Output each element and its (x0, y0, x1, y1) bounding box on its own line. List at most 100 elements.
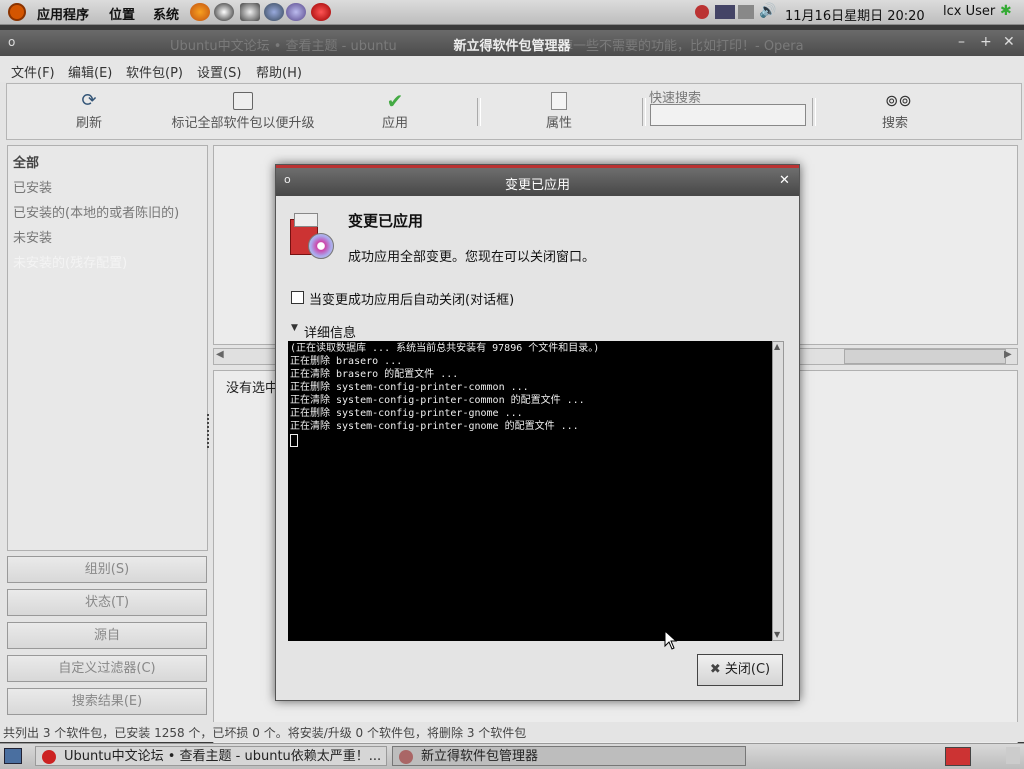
terminal-scrollbar[interactable]: ▲ ▼ (772, 341, 784, 641)
menu-settings[interactable]: 设置(S) (197, 62, 241, 81)
expander-arrow-icon[interactable]: ▼ (291, 323, 298, 333)
firefox-launcher-icon[interactable] (190, 3, 210, 21)
apply-button[interactable]: ✔ 应用 (375, 89, 415, 131)
sections-button[interactable]: 组别(S) (7, 556, 207, 583)
properties-button[interactable]: 属性 (539, 92, 579, 131)
filter-item-not-installed[interactable]: 未安装 (13, 227, 52, 246)
toolbar-separator (477, 98, 481, 126)
menubar: 文件(F) 编辑(E) 软件包(P) 设置(S) 帮助(H) (0, 56, 1024, 82)
auto-close-checkbox[interactable] (291, 291, 304, 304)
scroll-up-icon[interactable]: ▲ (774, 342, 780, 351)
scroll-thumb[interactable] (844, 349, 1006, 364)
network-icon[interactable] (715, 5, 735, 19)
utility-launcher-icon[interactable] (264, 3, 284, 21)
changes-applied-dialog: o 变更已应用 ✕ 变更已应用 成功应用全部变更。您现在可以关闭窗口。 当变更成… (275, 164, 800, 701)
mouse-pointer-icon (664, 630, 678, 650)
dialog-title: 变更已应用 (504, 178, 570, 193)
status-button[interactable]: 状态(T) (7, 589, 207, 616)
binoculars-icon: ⊚⊚ (885, 91, 912, 110)
terminal-line: 正在清除 system-config-printer-common 的配置文件 … (290, 395, 585, 406)
refresh-label: 刷新 (75, 116, 102, 131)
places-menu[interactable]: 位置 (109, 4, 135, 23)
dialog-close-icon[interactable]: ✕ (779, 173, 790, 188)
apply-label: 应用 (381, 116, 408, 131)
volume-icon[interactable]: 🔊 (759, 3, 776, 19)
menu-edit[interactable]: 编辑(E) (68, 62, 112, 81)
ubuntu-logo-icon[interactable] (8, 3, 26, 21)
terminal-line: 正在删除 system-config-printer-common ... (290, 382, 529, 393)
close-button-label: 关闭(C) (724, 662, 771, 677)
search-results-button[interactable]: 搜索结果(E) (7, 688, 207, 715)
opera-launcher-icon[interactable] (311, 3, 331, 21)
quick-search-input[interactable] (650, 104, 806, 126)
window-title: 新立得软件包管理器 (453, 39, 571, 54)
refresh-icon: ⟳ (81, 90, 97, 111)
system-menu[interactable]: 系统 (153, 4, 179, 23)
terminal-line: 正在删除 system-config-printer-gnome ... (290, 408, 523, 419)
qq-launcher-icon[interactable] (214, 3, 234, 21)
minimize-icon[interactable]: – (958, 34, 965, 50)
taskbar-item-label: Ubuntu中文论坛 • 查看主题 - ubuntu依赖太严重！... (64, 749, 382, 764)
custom-filters-button[interactable]: 自定义过滤器(C) (7, 655, 207, 682)
applications-menu[interactable]: 应用程序 (37, 4, 89, 23)
mark-upgrades-icon (233, 92, 253, 110)
dialog-titlebar[interactable]: o 变更已应用 ✕ (276, 165, 799, 196)
top-panel: 应用程序 位置 系统 🔊 11月16日星期日 20:20 lcx User ✱ (0, 0, 1024, 25)
search-label: 搜索 (881, 116, 908, 131)
trash-icon[interactable] (1006, 747, 1020, 764)
scroll-left-icon[interactable]: ◀ (216, 349, 224, 360)
dialog-heading: 变更已应用 (348, 212, 424, 230)
filter-item-installed[interactable]: 已安装 (13, 177, 52, 196)
properties-icon (551, 92, 567, 110)
properties-label: 属性 (545, 116, 572, 131)
toolbar-separator (642, 98, 646, 126)
terminal-line: 正在删除 brasero ... (290, 356, 403, 367)
user-status-icon[interactable]: ✱ (1000, 3, 1012, 19)
menu-file[interactable]: 文件(F) (11, 62, 55, 81)
workspace-switcher[interactable] (945, 747, 971, 766)
media-player-launcher-icon[interactable] (240, 3, 260, 21)
pidgin-launcher-icon[interactable] (286, 3, 306, 21)
taskbar: Ubuntu中文论坛 • 查看主题 - ubuntu依赖太严重！... 新立得软… (0, 743, 1024, 769)
no-selection-text: 没有选中 (226, 381, 279, 396)
filter-item-all[interactable]: 全部 (13, 152, 39, 171)
keyboard-icon[interactable] (738, 5, 754, 19)
toolbar-separator (812, 98, 816, 126)
close-button[interactable]: ✖ 关闭(C) (697, 654, 783, 686)
terminal-line: 正在清除 system-config-printer-gnome 的配置文件 .… (290, 421, 579, 432)
terminal-line: 正在清除 brasero 的配置文件 ... (290, 369, 459, 380)
show-desktop-icon[interactable] (4, 748, 22, 764)
taskbar-item-label: 新立得软件包管理器 (421, 749, 539, 764)
terminal-line: (正在读取数据库 ... 系统当前总共安装有 97896 个文件和目录。) (290, 343, 600, 354)
dialog-message: 成功应用全部变更。您现在可以关闭窗口。 (348, 250, 596, 265)
maximize-icon[interactable]: + (980, 34, 992, 50)
search-button[interactable]: ⊚⊚ 搜索 (875, 91, 915, 132)
close-x-icon: ✖ (709, 662, 721, 677)
scroll-right-icon[interactable]: ▶ (1004, 349, 1012, 360)
refresh-button[interactable]: ⟳ 刷新 (69, 90, 109, 132)
details-expander[interactable]: 详细信息 (304, 322, 356, 341)
scroll-down-icon[interactable]: ▼ (774, 630, 780, 639)
terminal-output[interactable]: (正在读取数据库 ... 系统当前总共安装有 97896 个文件和目录。) 正在删… (288, 341, 772, 641)
clock[interactable]: 11月16日星期日 20:20 (785, 5, 925, 24)
checkmark-icon: ✔ (386, 89, 404, 113)
menu-package[interactable]: 软件包(P) (126, 62, 183, 81)
origin-button[interactable]: 源自 (7, 622, 207, 649)
update-notifier-icon[interactable] (695, 5, 709, 19)
toolbar: ⟳ 刷新 标记全部软件包以便升级 ✔ 应用 属性 快速搜索 ⊚⊚ 搜索 (6, 83, 1022, 140)
opera-icon (42, 750, 56, 764)
filter-item-residual-config[interactable]: 未安装的(残存配置) (13, 252, 127, 271)
mark-upgrades-label: 标记全部软件包以便升级 (171, 116, 315, 131)
menu-help[interactable]: 帮助(H) (256, 62, 302, 81)
user-menu[interactable]: lcx User (943, 4, 995, 19)
close-window-icon[interactable]: ✕ (1003, 34, 1015, 50)
filter-item-installed-local-obsolete[interactable]: 已安装的(本地的或者陈旧的) (13, 202, 179, 221)
terminal-cursor (290, 434, 298, 447)
auto-close-label[interactable]: 当变更成功应用后自动关闭(对话框) (309, 289, 514, 308)
window-titlebar[interactable]: o Ubuntu中文论坛 • 查看主题 - ubuntu 掉一些不需要的功能，比… (0, 30, 1024, 56)
package-manager-icon (290, 211, 334, 259)
mark-all-upgrades-button[interactable]: 标记全部软件包以便升级 (167, 92, 319, 131)
statusbar: 共列出 3 个软件包，已安装 1258 个，已坏损 0 个。将安装/升级 0 个… (0, 722, 1024, 742)
taskbar-item-synaptic[interactable]: 新立得软件包管理器 (392, 746, 746, 766)
taskbar-item-opera[interactable]: Ubuntu中文论坛 • 查看主题 - ubuntu依赖太严重！... (35, 746, 387, 766)
